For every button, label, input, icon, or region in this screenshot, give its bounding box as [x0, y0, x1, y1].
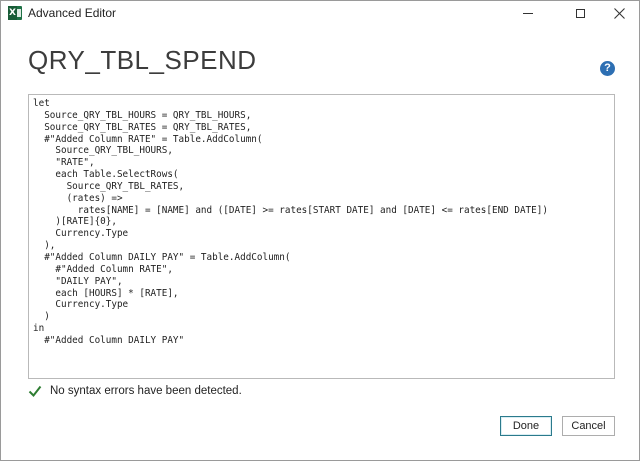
code-line[interactable]: Currency.Type — [33, 299, 548, 311]
code-line[interactable]: ), — [33, 240, 548, 252]
code-line[interactable]: "RATE", — [33, 157, 548, 169]
code-line[interactable]: Currency.Type — [33, 228, 548, 240]
close-button[interactable] — [596, 1, 640, 25]
excel-icon: X — [8, 6, 22, 20]
query-title: QRY_TBL_SPEND — [28, 45, 257, 75]
code-text[interactable]: let Source_QRY_TBL_HOURS = QRY_TBL_HOURS… — [33, 98, 548, 347]
code-line[interactable]: #"Added Column DAILY PAY" = Table.AddCol… — [33, 252, 548, 264]
code-line[interactable]: Source_QRY_TBL_HOURS, — [33, 145, 548, 157]
code-line[interactable]: in — [33, 323, 548, 335]
minimize-button[interactable] — [505, 1, 551, 25]
title-bar[interactable]: X Advanced Editor — [1, 1, 639, 25]
status-text: No syntax errors have been detected. — [50, 385, 242, 397]
code-line[interactable]: each Table.SelectRows( — [33, 169, 548, 181]
code-line[interactable]: #"Added Column DAILY PAY" — [33, 335, 548, 347]
code-line[interactable]: rates[NAME] = [NAME] and ([DATE] >= rate… — [33, 205, 548, 217]
advanced-editor-window: X Advanced Editor QRY_TBL_SPEND ? let So… — [0, 0, 640, 461]
code-line[interactable]: each [HOURS] * [RATE], — [33, 288, 548, 300]
code-line[interactable]: ) — [33, 311, 548, 323]
code-line[interactable]: #"Added Column RATE" = Table.AddColumn( — [33, 134, 548, 146]
help-icon[interactable]: ? — [600, 61, 615, 76]
code-line[interactable]: Source_QRY_TBL_HOURS = QRY_TBL_HOURS, — [33, 110, 548, 122]
code-line[interactable]: )[RATE]{0}, — [33, 216, 548, 228]
close-icon — [613, 7, 625, 19]
code-line[interactable]: Source_QRY_TBL_RATES = QRY_TBL_RATES, — [33, 122, 548, 134]
minimize-icon — [523, 12, 533, 14]
window-title: Advanced Editor — [28, 6, 117, 20]
code-editor[interactable]: let Source_QRY_TBL_HOURS = QRY_TBL_HOURS… — [28, 94, 615, 379]
code-line[interactable]: Source_QRY_TBL_RATES, — [33, 181, 548, 193]
code-line[interactable]: #"Added Column RATE", — [33, 264, 548, 276]
code-line[interactable]: let — [33, 98, 548, 110]
code-line[interactable]: (rates) => — [33, 193, 548, 205]
maximize-icon — [575, 8, 585, 18]
syntax-status: No syntax errors have been detected. — [28, 383, 242, 399]
code-line[interactable]: "DAILY PAY", — [33, 276, 548, 288]
cancel-button[interactable]: Cancel — [562, 416, 615, 436]
done-button[interactable]: Done — [500, 416, 552, 436]
checkmark-icon — [28, 385, 42, 398]
